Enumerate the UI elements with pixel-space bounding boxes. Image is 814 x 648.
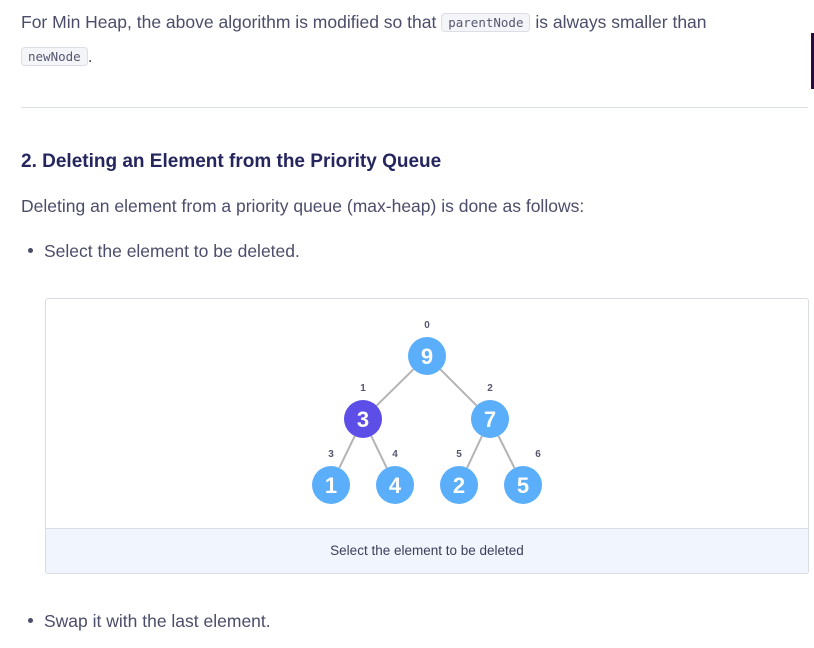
node-index: 1 bbox=[360, 383, 366, 394]
bullet-icon bbox=[28, 247, 33, 253]
heap-tree-diagram: 9 0 3 1 7 2 1 3 4 4 2 5 5 6 bbox=[312, 320, 542, 504]
node-value: 2 bbox=[453, 473, 465, 498]
tree-edge bbox=[439, 368, 478, 407]
intro-text-1: For Min Heap, the above algorithm is mod… bbox=[21, 12, 442, 32]
parent-node-code: parentNode bbox=[441, 13, 531, 32]
node-index: 0 bbox=[424, 320, 430, 331]
node-index: 5 bbox=[456, 449, 462, 460]
node-value: 4 bbox=[389, 473, 402, 498]
intro-text-2: is always smaller than bbox=[530, 12, 707, 32]
tree-edge bbox=[497, 435, 516, 469]
step-item: Select the element to be deleted. bbox=[28, 237, 300, 265]
node-value: 3 bbox=[357, 407, 369, 432]
node-value: 7 bbox=[484, 407, 496, 432]
bullet-icon bbox=[28, 617, 33, 623]
min-heap-note: For Min Heap, the above algorithm is mod… bbox=[21, 6, 791, 74]
node-index: 3 bbox=[328, 449, 334, 460]
tree-edge bbox=[375, 368, 415, 407]
node-index: 2 bbox=[487, 383, 493, 394]
step-item: Swap it with the last element. bbox=[28, 607, 271, 635]
node-index: 6 bbox=[535, 449, 541, 460]
figure-caption: Select the element to be deleted bbox=[46, 528, 808, 573]
step-label: Swap it with the last element. bbox=[44, 611, 271, 631]
step-label: Select the element to be deleted. bbox=[44, 241, 300, 261]
tree-edge bbox=[370, 435, 388, 469]
section-description: Deleting an element from a priority queu… bbox=[21, 196, 585, 216]
new-node-code: newNode bbox=[21, 47, 88, 66]
section-heading: 2. Deleting an Element from the Priority… bbox=[21, 151, 442, 172]
node-value: 9 bbox=[421, 344, 433, 369]
heap-figure: 9 0 3 1 7 2 1 3 4 4 2 5 5 6 Select the element to be … bbox=[45, 298, 809, 574]
node-value: 5 bbox=[517, 473, 529, 498]
node-value: 1 bbox=[325, 473, 337, 498]
intro-text-3: . bbox=[87, 46, 93, 66]
tree-edge bbox=[466, 435, 483, 469]
tree-edge bbox=[338, 435, 356, 469]
node-index: 4 bbox=[392, 449, 398, 460]
section-divider bbox=[21, 107, 808, 108]
